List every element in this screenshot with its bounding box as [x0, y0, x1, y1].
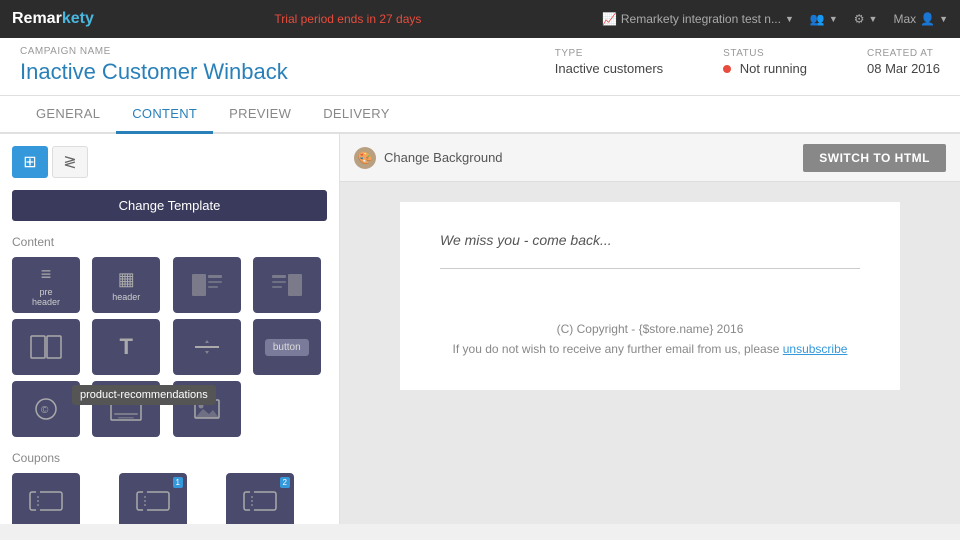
email-unsubscribe-text: If you do not wish to receive any furthe… [440, 339, 860, 359]
type-value: Inactive customers [555, 61, 663, 76]
email-body: We miss you - come back... (C) Copyright… [400, 202, 900, 390]
user-icon: 👤 [920, 12, 935, 26]
created-value: 08 Mar 2016 [867, 61, 940, 76]
campaign-meta: TYPE Inactive customers STATUS Not runni… [555, 48, 940, 76]
code-icon: ≷ [63, 152, 76, 172]
store-selector[interactable]: 📈 Remarkety integration test n... ▼ [602, 12, 794, 26]
image-text-icon [191, 273, 223, 297]
block-coupon-2[interactable]: 2 [226, 473, 294, 524]
code-editor-toggle[interactable]: ≷ [52, 146, 88, 178]
campaign-name-label: CAMPAIGN NAME [20, 46, 288, 57]
coupon-1-badge: 1 [173, 477, 183, 488]
block-coupon-1[interactable]: 1 [119, 473, 187, 524]
campaign-created-group: CREATED AT 08 Mar 2016 [867, 48, 940, 76]
svg-text:©: © [41, 405, 49, 416]
view-toggle: ⊞ ≷ [12, 146, 327, 178]
block-divider[interactable] [173, 319, 241, 375]
social-icon: © [32, 397, 60, 421]
block-text[interactable]: T [92, 319, 160, 375]
status-label: STATUS [723, 48, 807, 59]
status-dot [723, 65, 731, 73]
tabs-bar: GENERAL CONTENT PREVIEW DELIVERY [0, 96, 960, 134]
main-content: ⊞ ≷ Change Template Content ≡ preheader … [0, 134, 960, 524]
tab-content[interactable]: CONTENT [116, 96, 213, 134]
chevron-down-icon: ▼ [785, 14, 794, 24]
block-social[interactable]: © [12, 381, 80, 437]
email-preview-area: 🎨 Change Background SWITCH TO HTML We mi… [340, 134, 960, 524]
chevron-down-icon: ▼ [869, 14, 878, 24]
type-label: TYPE [555, 48, 663, 59]
unsubscribe-link[interactable]: unsubscribe [783, 342, 848, 356]
visual-editor-toggle[interactable]: ⊞ [12, 146, 48, 178]
settings-menu[interactable]: ⚙ ▼ [854, 12, 878, 26]
coupon-2-badge: 2 [280, 477, 290, 488]
block-header[interactable]: ▦ header [92, 257, 160, 313]
tab-preview[interactable]: PREVIEW [213, 96, 307, 134]
sidebar: ⊞ ≷ Change Template Content ≡ preheader … [0, 134, 340, 524]
nav-right-section: 📈 Remarkety integration test n... ▼ 👥 ▼ … [602, 12, 948, 26]
block-preheader[interactable]: ≡ preheader [12, 257, 80, 313]
user-name: Max [893, 12, 916, 26]
email-content-area: We miss you - come back... [400, 202, 900, 299]
chevron-down-icon: ▼ [829, 14, 838, 24]
created-label: CREATED AT [867, 48, 940, 59]
coupon-1-icon [135, 486, 171, 516]
store-name: Remarkety integration test n... [621, 12, 781, 26]
tooltip-product-recommendations: product-recommendations [72, 385, 216, 405]
grid-icon: ⊞ [23, 152, 36, 172]
block-image-text[interactable] [173, 257, 241, 313]
preheader-icon: ≡ [41, 264, 52, 285]
chevron-down-icon: ▼ [939, 14, 948, 24]
text-block-icon: T [120, 334, 133, 360]
change-background-button[interactable]: 🎨 Change Background [354, 147, 503, 169]
logo: Remarkety [12, 10, 94, 28]
gear-icon: ⚙ [854, 12, 865, 26]
people-menu[interactable]: 👥 ▼ [810, 12, 838, 26]
change-template-button[interactable]: Change Template [12, 190, 327, 221]
preheader-label: preheader [32, 287, 60, 307]
top-navigation: Remarkety Trial period ends in 27 days 📈… [0, 0, 960, 38]
columns-icon [30, 335, 62, 359]
header-icon: ▦ [118, 269, 135, 290]
campaign-title: Inactive Customer Winback [20, 59, 288, 85]
email-divider [440, 268, 860, 269]
tab-delivery[interactable]: DELIVERY [307, 96, 405, 134]
block-image-text-2[interactable] [253, 257, 321, 313]
coupon-2-icon [242, 486, 278, 516]
content-blocks-grid: ≡ preheader ▦ header [12, 257, 327, 437]
campaign-header: CAMPAIGN NAME Inactive Customer Winback … [0, 38, 960, 96]
paint-icon: 🎨 [354, 147, 376, 169]
people-icon: 👥 [810, 12, 825, 26]
preview-toolbar: 🎨 Change Background SWITCH TO HTML [340, 134, 960, 182]
status-value: Not running [723, 61, 807, 76]
email-copyright: (C) Copyright - {$store.name} 2016 [440, 319, 860, 339]
campaign-status-group: STATUS Not running [723, 48, 807, 76]
tab-general[interactable]: GENERAL [20, 96, 116, 134]
trial-notice: Trial period ends in 27 days [94, 12, 602, 26]
coupon-blocks-grid: 1 2 [12, 473, 327, 524]
coupon-basic-icon [28, 486, 64, 516]
block-button[interactable]: button [253, 319, 321, 375]
email-miss-you-text: We miss you - come back... [440, 232, 860, 248]
user-menu[interactable]: Max 👤 ▼ [893, 12, 948, 26]
logo-accent: kety [62, 10, 94, 27]
divider-icon [191, 335, 223, 359]
campaign-type-group: TYPE Inactive customers [555, 48, 663, 76]
chart-icon: 📈 [602, 12, 617, 26]
image-text-2-icon [271, 273, 303, 297]
content-section-label: Content [12, 235, 327, 249]
unsubscribe-intro: If you do not wish to receive any furthe… [453, 342, 783, 356]
email-footer: (C) Copyright - {$store.name} 2016 If yo… [400, 299, 900, 390]
switch-to-html-button[interactable]: SWITCH TO HTML [803, 144, 946, 172]
change-bg-label: Change Background [384, 150, 503, 165]
button-block-icon: button [265, 339, 309, 356]
header-label: header [112, 292, 140, 302]
coupons-section-label: Coupons [12, 451, 327, 465]
status-text: Not running [740, 61, 807, 76]
block-columns[interactable] [12, 319, 80, 375]
block-coupon-basic[interactable] [12, 473, 80, 524]
